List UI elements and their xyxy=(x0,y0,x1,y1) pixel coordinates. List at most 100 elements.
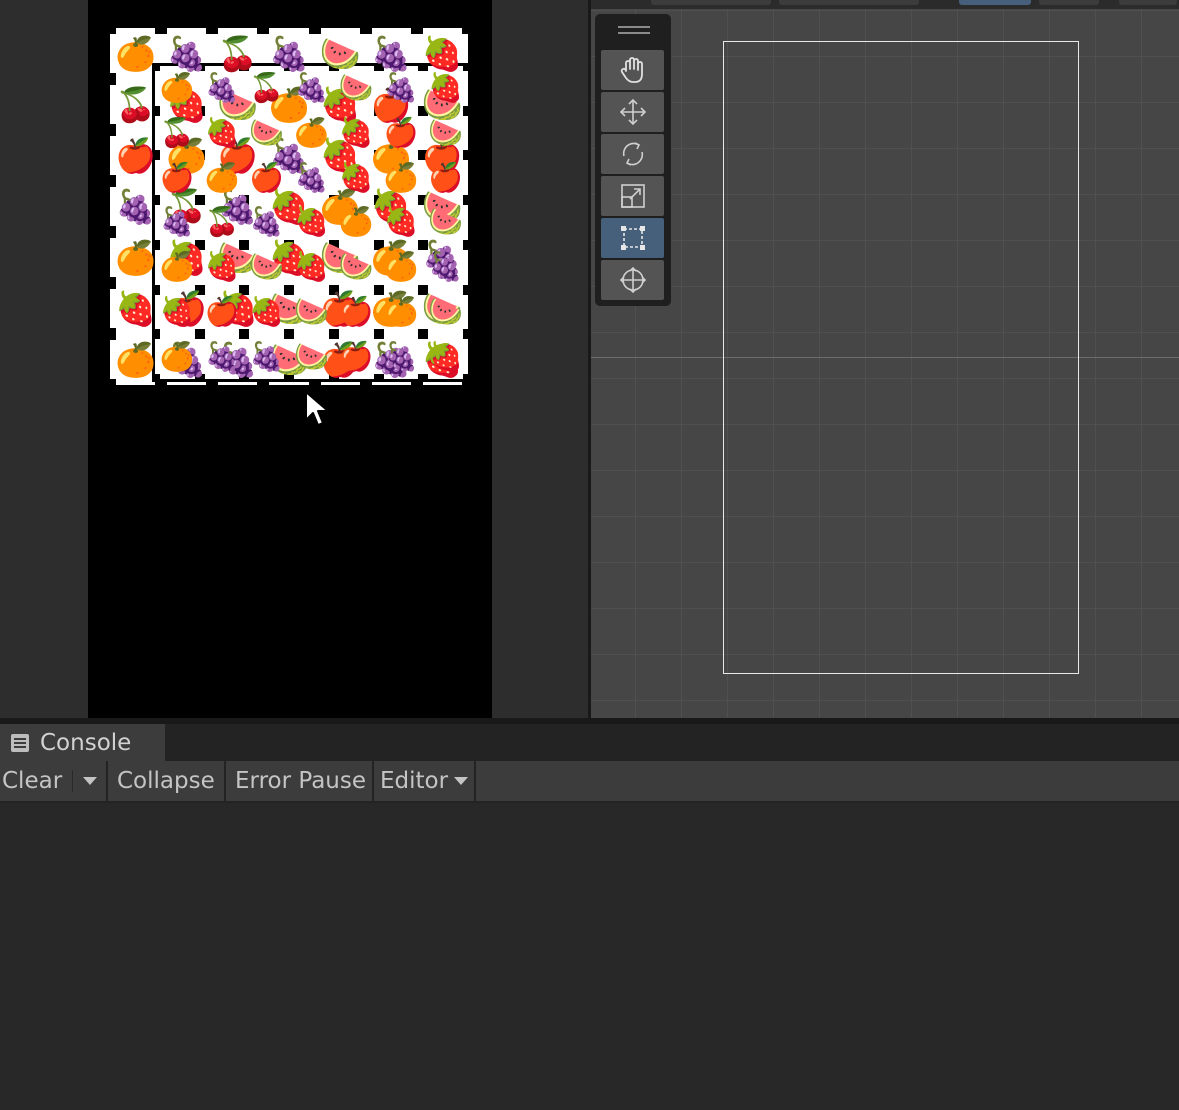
board-cell[interactable]: 🍊 xyxy=(110,334,162,385)
board-cell[interactable]: 🍇 xyxy=(244,334,289,379)
strawberry-icon: 🍓 xyxy=(338,116,374,150)
apple-icon: 🍎 xyxy=(428,160,464,194)
editor-dropdown[interactable]: Editor xyxy=(380,761,469,801)
board-cell[interactable]: 🍊 xyxy=(289,110,334,156)
clear-options-dropdown[interactable] xyxy=(73,761,107,801)
rotate-tool-button[interactable] xyxy=(601,134,664,174)
apple-icon: 🍎 xyxy=(204,294,240,328)
board-cell[interactable]: 🍊 xyxy=(155,334,200,379)
board-cell[interactable]: 🍉 xyxy=(423,289,468,335)
orange-icon: 🍊 xyxy=(159,339,195,373)
board-cell[interactable]: 🍓 xyxy=(333,110,379,156)
board-cell[interactable]: 🍉 xyxy=(423,110,468,156)
console-tab-bar: Console xyxy=(0,724,1179,761)
scene-toolbar-control[interactable] xyxy=(1039,0,1099,5)
scale-tool-button[interactable] xyxy=(601,176,664,216)
rect-transform-icon xyxy=(620,226,645,250)
board-cell[interactable]: 🍊 xyxy=(155,66,200,111)
console-tab-label: Console xyxy=(40,729,132,756)
strawberry-icon: 🍓 xyxy=(383,205,419,239)
scene-toolbar-toggle[interactable] xyxy=(959,0,1031,5)
board-cell[interactable]: 🍎 xyxy=(333,334,379,379)
watermelon-icon: 🍉 xyxy=(428,205,464,239)
board-cell[interactable]: 🍓 xyxy=(333,155,379,200)
strawberry-icon: 🍓 xyxy=(428,339,464,373)
board-cell[interactable]: 🍊 xyxy=(155,244,200,290)
board-cell[interactable]: 🍓 xyxy=(199,110,245,156)
clear-button[interactable]: Clear xyxy=(2,761,62,801)
board-cell[interactable]: 🍎 xyxy=(333,289,379,335)
board-cell[interactable]: 🍇 xyxy=(199,66,245,111)
board-cell[interactable]: 🍉 xyxy=(333,244,379,290)
board-cell[interactable]: 🍊 xyxy=(378,244,424,290)
tools-overlay xyxy=(595,14,671,306)
grapes-icon: 🍇 xyxy=(159,205,195,239)
apple-icon: 🍎 xyxy=(338,339,374,373)
apple-icon: 🍎 xyxy=(338,294,374,328)
board-cell[interactable]: 🍊 xyxy=(110,28,162,79)
scene-toolbar-control[interactable] xyxy=(779,0,919,5)
board-cell[interactable]: 🍓 xyxy=(110,283,162,334)
board-cell[interactable]: 🍉 xyxy=(244,110,289,156)
rect-tool-button[interactable] xyxy=(601,218,664,258)
drag-handle-icon[interactable] xyxy=(618,26,650,36)
hand-tool-button[interactable] xyxy=(601,50,664,90)
board-cell[interactable]: 🍎 xyxy=(110,130,162,181)
board-cell[interactable]: 🍎 xyxy=(244,155,289,200)
board-cell[interactable]: 🍉 xyxy=(244,244,289,290)
board-cell[interactable]: 🍒 xyxy=(110,79,162,130)
board-cell[interactable]: 🍇 xyxy=(289,66,334,111)
board-cell[interactable]: 🍇 xyxy=(423,244,468,290)
board-cell[interactable]: 🍓 xyxy=(289,244,334,290)
scene-toolbar-control[interactable] xyxy=(651,0,771,5)
orange-icon: 🍊 xyxy=(294,116,329,150)
board-cell[interactable]: 🍊 xyxy=(110,232,162,283)
toolbar-divider xyxy=(474,761,476,801)
board-cell[interactable]: 🍓 xyxy=(244,289,289,335)
move-tool-button[interactable] xyxy=(601,92,664,132)
orange-icon: 🍊 xyxy=(115,34,157,73)
transform-tool-button[interactable] xyxy=(601,260,664,300)
apple-icon: 🍎 xyxy=(115,136,157,175)
scene-toolbar-control[interactable] xyxy=(1119,0,1177,5)
board-cell[interactable]: 🍊 xyxy=(378,155,424,200)
orange-icon: 🍊 xyxy=(383,250,419,284)
board-cell[interactable]: 🍊 xyxy=(378,289,424,335)
board-cell[interactable]: 🍓 xyxy=(423,334,468,379)
error-pause-button[interactable]: Error Pause xyxy=(235,761,366,801)
strawberry-icon: 🍓 xyxy=(428,71,464,105)
board-cell[interactable]: 🍇 xyxy=(199,334,245,379)
orange-icon: 🍊 xyxy=(159,250,195,284)
board-cell[interactable]: 🍎 xyxy=(199,289,245,335)
grapes-icon: 🍇 xyxy=(204,71,240,105)
board-cell[interactable]: 🍉 xyxy=(333,66,379,111)
board-cell[interactable]: 🍓 xyxy=(155,289,200,335)
chevron-down-icon xyxy=(83,777,97,785)
board-cell[interactable]: 🍒 xyxy=(155,110,200,156)
board-cell[interactable]: 🍇 xyxy=(378,66,424,111)
strawberry-icon: 🍓 xyxy=(338,160,374,194)
board-cell[interactable]: 🍇 xyxy=(378,334,424,379)
console-log-area[interactable] xyxy=(0,803,1179,1110)
board-cell[interactable]: 🍇 xyxy=(110,181,162,232)
rotate-icon xyxy=(622,142,643,166)
board-cell[interactable]: 🍉 xyxy=(289,334,334,379)
grapes-icon: 🍇 xyxy=(383,71,419,105)
collapse-button[interactable]: Collapse xyxy=(117,761,215,801)
board-cell[interactable]: 🍎 xyxy=(155,155,200,200)
scene-view[interactable] xyxy=(591,0,1179,718)
board-cell[interactable]: 🍓 xyxy=(199,244,245,290)
tab-console[interactable]: Console xyxy=(0,724,165,761)
apple-icon: 🍎 xyxy=(383,116,419,150)
board-cell[interactable]: 🍇 xyxy=(289,155,334,200)
board-cell[interactable]: 🍊 xyxy=(199,155,245,200)
board-cell[interactable]: 🍓 xyxy=(423,66,468,111)
board-cell[interactable]: 🍒 xyxy=(244,66,289,111)
orange-icon: 🍊 xyxy=(338,205,374,239)
board-cell[interactable]: 🍎 xyxy=(423,155,468,200)
board-cell[interactable]: 🍉 xyxy=(289,289,334,335)
strawberry-icon: 🍓 xyxy=(421,34,463,73)
strawberry-icon: 🍓 xyxy=(204,116,240,150)
watermelon-icon: 🍉 xyxy=(319,34,361,73)
board-cell[interactable]: 🍎 xyxy=(378,110,424,156)
